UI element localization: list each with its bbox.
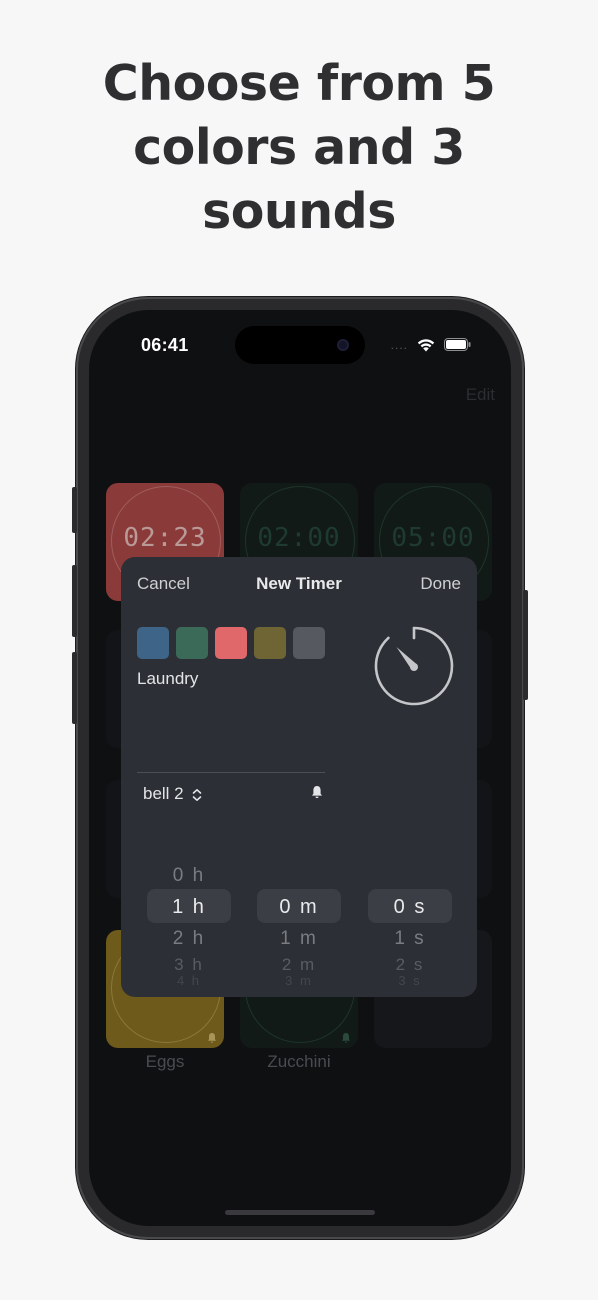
edit-button[interactable]: Edit <box>466 385 495 405</box>
status-icons: .... <box>391 337 471 352</box>
sheet-header: Cancel New Timer Done <box>121 557 477 609</box>
color-swatch-gray[interactable] <box>293 627 325 659</box>
timer-time: 02:00 <box>257 523 341 553</box>
sound-selector-label: bell 2 <box>143 784 184 803</box>
picker-value: 2 s <box>395 955 425 974</box>
timer-time: 02:23 <box>123 523 207 553</box>
picker-value: 1 s <box>394 928 426 949</box>
color-picker <box>137 627 325 659</box>
headline-line-3: sounds <box>202 183 396 240</box>
seconds-picker[interactable]: 0 s 1 s 2 s 3 s <box>368 847 452 988</box>
action-button <box>72 487 77 533</box>
power-button <box>523 590 528 700</box>
timer-label: Zucchini <box>267 1052 331 1071</box>
home-indicator[interactable] <box>225 1210 375 1215</box>
chevron-up-down-icon <box>193 788 202 801</box>
picker-value: 2 h <box>172 928 206 949</box>
picker-value: 3 h <box>174 955 204 974</box>
battery-icon <box>444 338 471 351</box>
picker-value: 4 h <box>176 973 202 988</box>
color-swatch-green[interactable] <box>176 627 208 659</box>
timer-dial-icon <box>374 626 454 706</box>
sound-selector[interactable]: bell 2 <box>143 784 202 804</box>
picker-selected-value: 0 m <box>279 896 319 918</box>
phone-screen: 06:41 .... Edit 02:23 02:00 05:00 Eggs Z… <box>89 310 511 1226</box>
volume-down-button <box>72 652 77 724</box>
color-swatch-blue[interactable] <box>137 627 169 659</box>
picker-selected-value: 1 h <box>172 896 206 918</box>
divider <box>137 772 325 773</box>
picker-value: 3 m <box>285 973 313 988</box>
picker-selected-value: 0 s <box>393 896 427 918</box>
bell-icon <box>342 1033 350 1043</box>
minutes-picker[interactable]: 0 m 1 m 2 m 3 m <box>257 847 341 988</box>
headline-line-1: Choose from 5 <box>102 55 496 112</box>
new-timer-sheet: Cancel New Timer Done Laundry bell 2 0 h… <box>121 557 477 997</box>
camera-icon <box>337 339 349 351</box>
picker-value: 0 h <box>172 865 206 886</box>
bell-icon <box>208 1033 216 1043</box>
picker-value: 1 m <box>280 928 318 949</box>
status-time: 06:41 <box>141 335 189 355</box>
bell-icon[interactable] <box>310 785 324 800</box>
hours-picker[interactable]: 0 h 1 h 2 h 3 h 4 h <box>147 847 231 988</box>
signal-dots-icon: .... <box>390 337 408 352</box>
headline-line-2: colors and 3 <box>133 119 465 176</box>
timer-label: Eggs <box>145 1052 185 1071</box>
done-button[interactable]: Done <box>420 574 461 594</box>
picker-value: 3 s <box>398 973 422 988</box>
timer-time: 05:00 <box>391 523 475 553</box>
wifi-icon <box>416 337 436 352</box>
picker-value: 2 m <box>281 955 317 974</box>
color-swatch-red[interactable] <box>215 627 247 659</box>
timer-name-field[interactable]: Laundry <box>137 669 198 689</box>
headline: Choose from 5 colors and 3 sounds <box>0 52 598 244</box>
volume-up-button <box>72 565 77 637</box>
dynamic-island <box>235 326 365 364</box>
color-swatch-olive[interactable] <box>254 627 286 659</box>
